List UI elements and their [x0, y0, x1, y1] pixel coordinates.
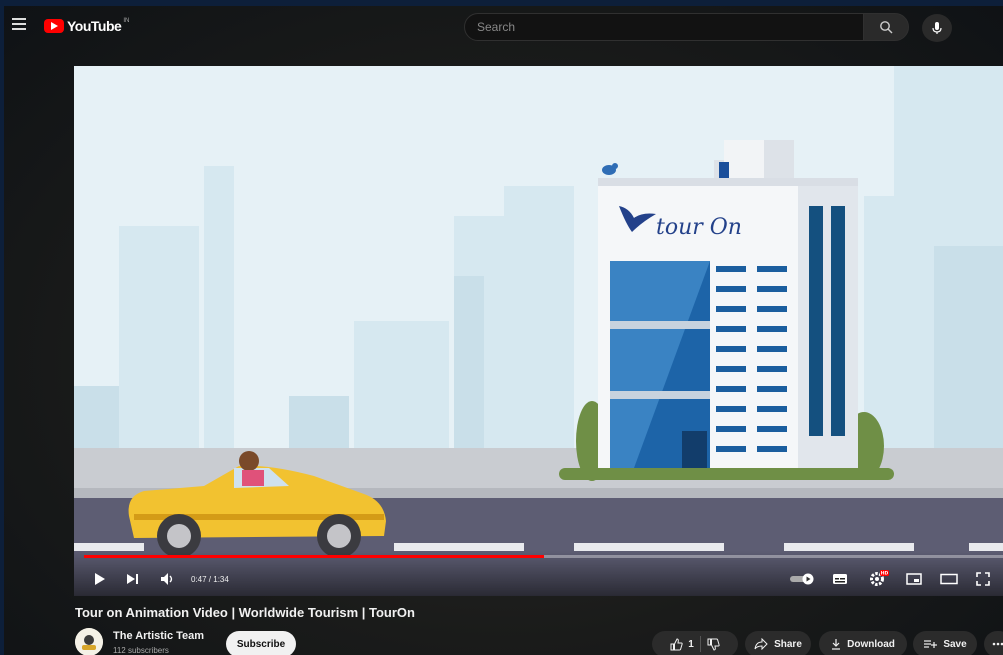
- share-label: Share: [774, 638, 802, 650]
- menu-icon[interactable]: [12, 18, 26, 30]
- next-video-icon[interactable]: [126, 573, 139, 585]
- thumbs-up-icon: [670, 637, 683, 650]
- captions-icon[interactable]: [832, 572, 848, 586]
- channel-logo-icon: [75, 628, 103, 655]
- volume-icon[interactable]: [160, 572, 176, 586]
- subscriber-count: 112 subscribers: [113, 646, 169, 655]
- download-icon: [832, 639, 841, 650]
- progress-played: [84, 555, 544, 558]
- theater-mode-icon[interactable]: [940, 573, 958, 585]
- channel-name[interactable]: The Artistic Team: [113, 630, 204, 642]
- autoplay-toggle-icon[interactable]: [789, 573, 815, 585]
- share-button[interactable]: Share: [745, 631, 811, 655]
- subscribe-button[interactable]: Subscribe: [226, 631, 296, 655]
- save-label: Save: [943, 638, 967, 650]
- dislike-button[interactable]: [707, 638, 720, 651]
- video-frame-scene: tour On: [74, 66, 1003, 596]
- save-button[interactable]: Save: [913, 631, 977, 655]
- download-button[interactable]: Download: [819, 631, 907, 655]
- save-playlist-icon: [924, 640, 938, 648]
- more-actions-button[interactable]: [984, 631, 1003, 655]
- search-input[interactable]: [477, 20, 863, 34]
- thumbs-down-icon: [707, 638, 720, 651]
- voice-search-button[interactable]: [922, 14, 952, 42]
- share-arrow-icon: [754, 638, 768, 650]
- youtube-window: YouTube IN Search tour On 0:47 / 1:34 HD…: [4, 6, 1003, 655]
- time-display: 0:47 / 1:34: [191, 575, 229, 584]
- logo-country-code: IN: [123, 18, 130, 24]
- youtube-logo[interactable]: YouTube IN: [44, 18, 129, 34]
- settings-gear-icon[interactable]: HD: [869, 569, 889, 587]
- youtube-play-icon: [44, 19, 64, 33]
- search-icon: [880, 21, 893, 34]
- video-title: Tour on Animation Video | Worldwide Tour…: [75, 605, 415, 620]
- like-button[interactable]: 1: [670, 637, 694, 651]
- scene-brand-text: tour On: [656, 215, 742, 240]
- search-button[interactable]: [863, 13, 909, 41]
- miniplayer-icon[interactable]: [906, 573, 922, 585]
- video-player[interactable]: tour On 0:47 / 1:34 HD: [74, 66, 1003, 596]
- like-dislike-group: 1: [652, 631, 738, 655]
- fullscreen-icon[interactable]: [976, 572, 990, 586]
- play-icon[interactable]: [94, 572, 106, 586]
- microphone-icon: [932, 22, 942, 34]
- download-label: Download: [847, 638, 895, 650]
- like-count: 1: [688, 638, 694, 650]
- top-bar: YouTube IN: [4, 6, 1003, 50]
- logo-text: YouTube: [67, 18, 122, 34]
- channel-avatar[interactable]: [75, 628, 103, 655]
- more-dots-icon: [992, 642, 1003, 646]
- like-divider: [699, 636, 701, 652]
- player-controls: 0:47 / 1:34 HD: [74, 551, 1003, 596]
- progress-bar[interactable]: [84, 555, 1003, 558]
- settings-hd-badge: HD: [881, 571, 889, 577]
- search-box: [464, 13, 864, 41]
